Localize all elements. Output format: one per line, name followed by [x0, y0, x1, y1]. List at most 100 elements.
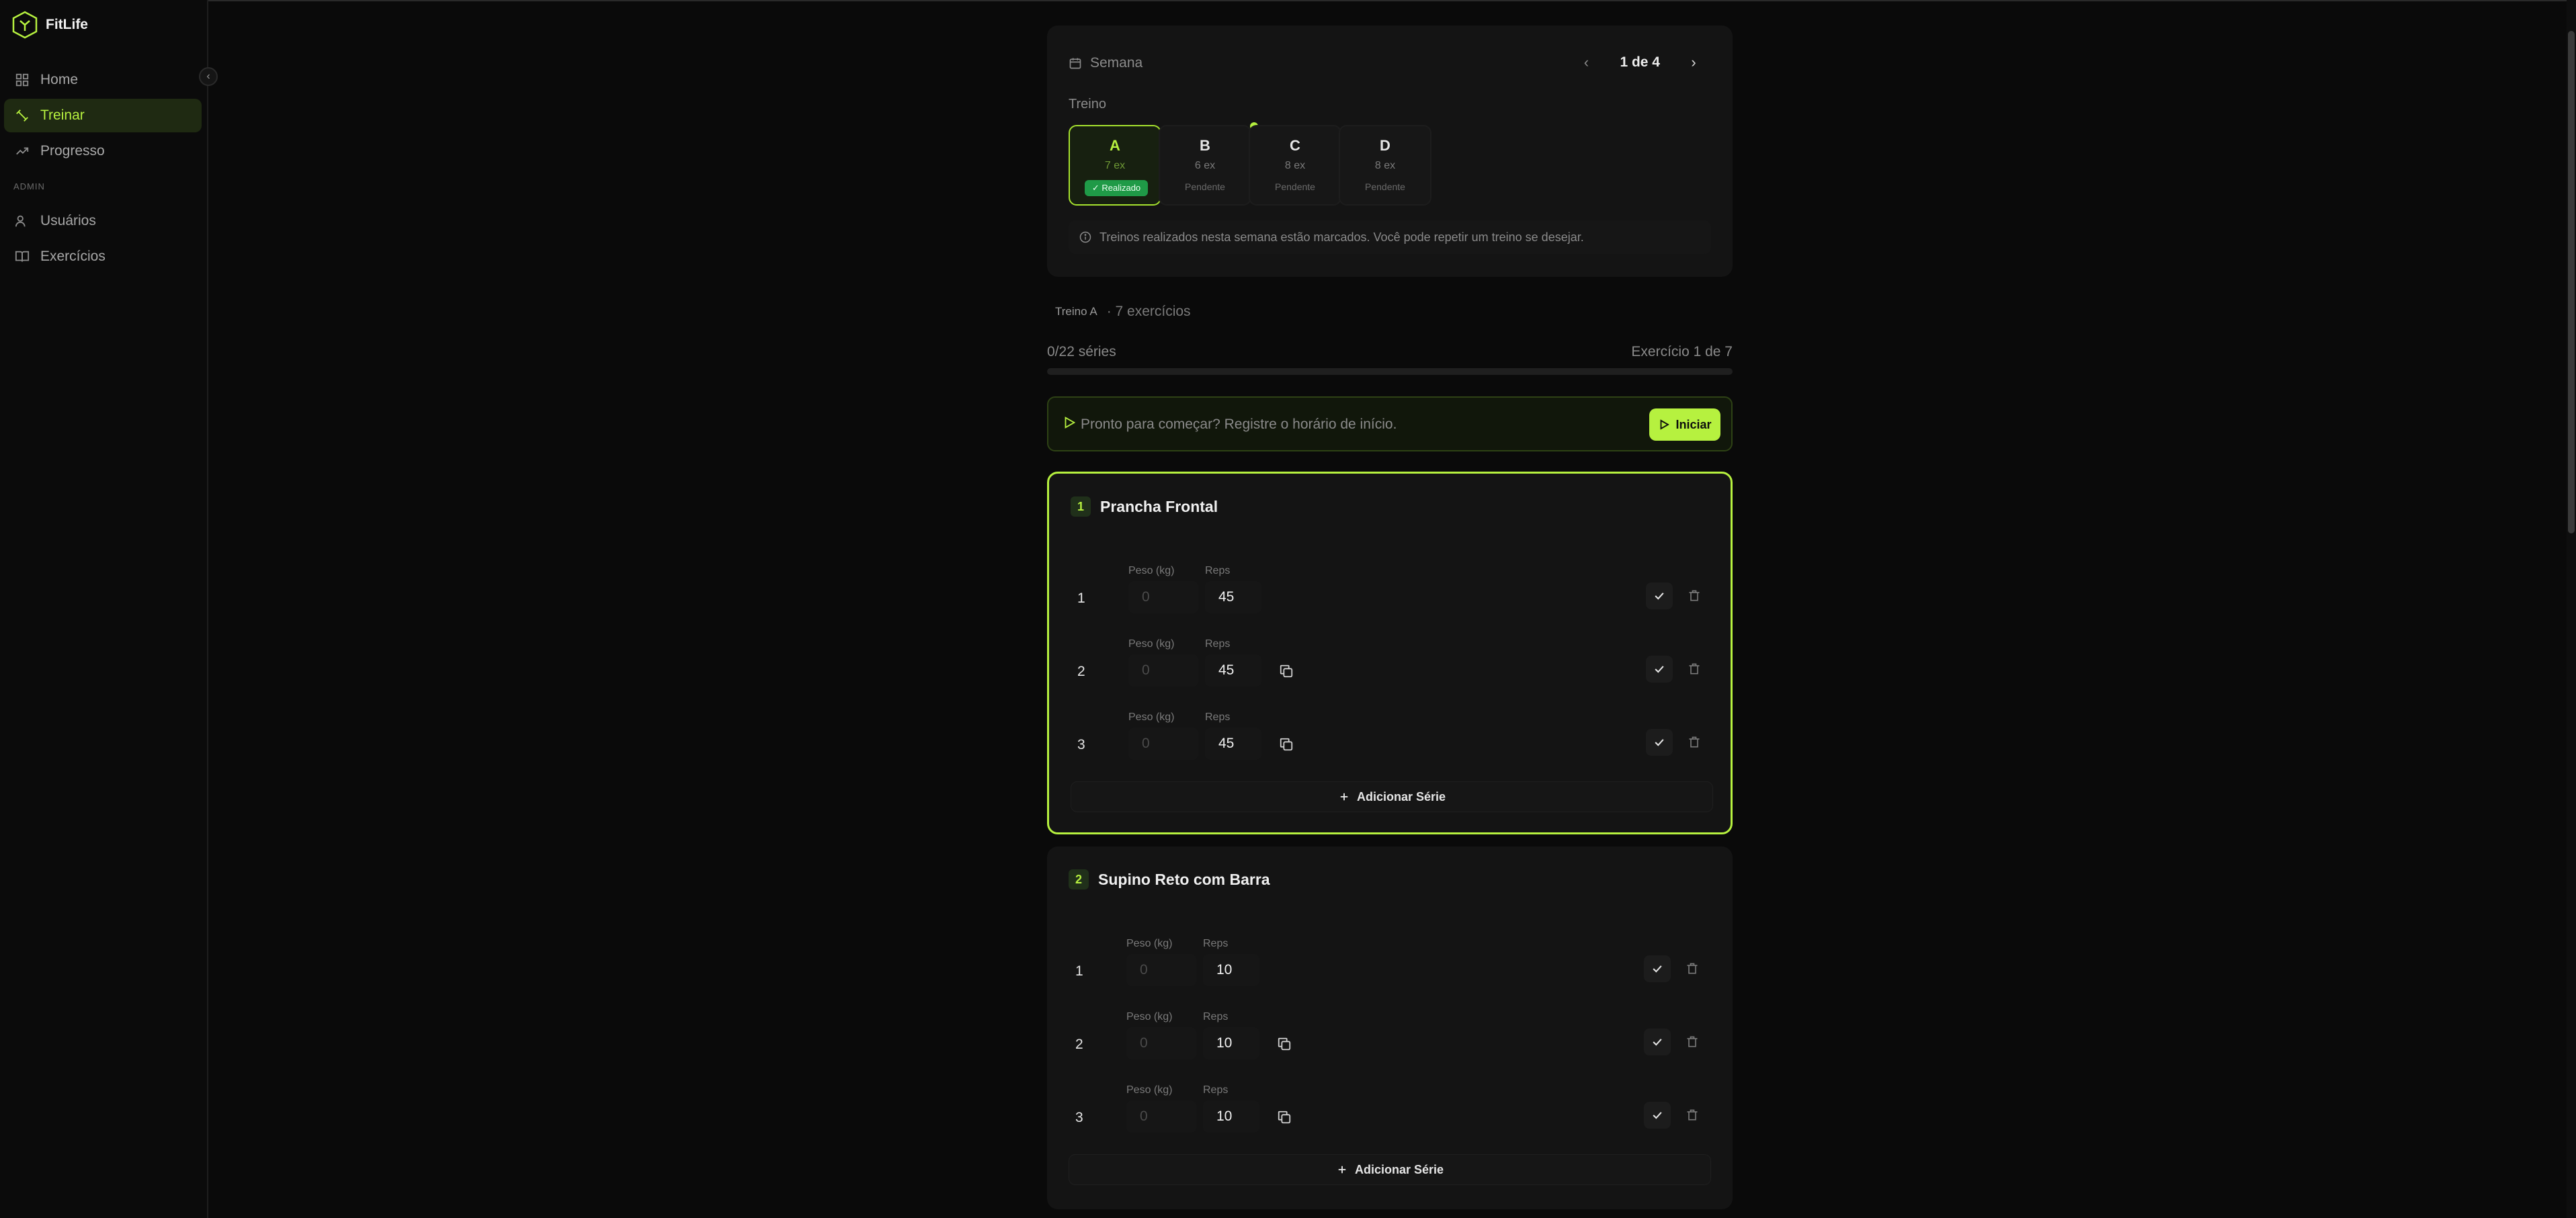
start-session-bar: Pronto para começar? Registre o horário …: [1047, 396, 1733, 451]
start-prompt: Pronto para começar? Registre o horário …: [1081, 417, 1397, 432]
complete-set-button[interactable]: [1644, 1102, 1671, 1129]
check-icon: [1655, 739, 1664, 746]
dumbbell-icon: [16, 110, 28, 122]
exercise-number: 2: [1069, 869, 1089, 889]
reps-input[interactable]: 45: [1205, 728, 1261, 760]
sidebar-item-label: Exercícios: [40, 249, 106, 264]
sidebar-item-usuarios[interactable]: Usuários: [4, 204, 202, 238]
workout-tile-b[interactable]: B 6 ex Pendente: [1159, 125, 1251, 206]
weight-input[interactable]: 0: [1126, 1027, 1196, 1059]
delete-set-button[interactable]: [1679, 1029, 1706, 1055]
reps-label: Reps: [1203, 1011, 1229, 1023]
complete-set-button[interactable]: [1646, 656, 1673, 683]
plus-icon: [1338, 1166, 1346, 1174]
set-number: 2: [1077, 664, 1085, 679]
sidebar-item-progresso[interactable]: Progresso: [4, 134, 202, 168]
reps-label: Reps: [1205, 638, 1231, 650]
trash-icon: [1687, 1036, 1698, 1047]
play-icon: [1065, 417, 1076, 429]
weight-input[interactable]: 0: [1126, 1100, 1196, 1133]
app-logo[interactable]: FitLife: [12, 11, 88, 39]
set-number: 1: [1075, 963, 1083, 979]
scrollbar-thumb[interactable]: [2568, 31, 2575, 533]
sidebar-item-label: Progresso: [40, 143, 105, 159]
chevron-left-icon: ‹: [206, 71, 210, 82]
check-icon: [1655, 666, 1664, 673]
workout-tile-a[interactable]: A 7 ex ✓ Realizado: [1069, 125, 1161, 206]
reps-input[interactable]: 45: [1205, 581, 1261, 613]
weight-input[interactable]: 0: [1128, 654, 1198, 687]
weight-label: Peso (kg): [1126, 1011, 1173, 1023]
weight-input[interactable]: 0: [1126, 954, 1196, 986]
workout-name: Treino A: [1055, 305, 1097, 318]
session-breadcrumb: Treino A · 7 exercícios: [1055, 304, 1191, 320]
grid-icon: [15, 73, 29, 87]
start-button[interactable]: Iniciar: [1649, 408, 1720, 441]
check-icon: [1653, 1039, 1662, 1046]
complete-set-button[interactable]: [1644, 1029, 1671, 1055]
reps-input[interactable]: 10: [1203, 1027, 1259, 1059]
reps-label: Reps: [1205, 711, 1231, 723]
set-row: 2 Peso (kg) Reps 0 45: [1071, 634, 1713, 696]
progress-bar: [1047, 368, 1733, 375]
delete-set-button[interactable]: [1681, 582, 1708, 609]
set-row: 2 Peso (kg) Reps 0 10: [1069, 1007, 1711, 1069]
set-row: 1 Peso (kg) Reps 0 10: [1069, 934, 1711, 996]
copy-icon[interactable]: [1277, 1037, 1292, 1051]
sidebar-item-home[interactable]: Home: [4, 63, 202, 97]
exercise-card: 2 Supino Reto com Barra 1 Peso (kg) Reps…: [1047, 846, 1733, 1209]
copy-icon[interactable]: [1279, 737, 1294, 752]
check-icon: [1655, 593, 1664, 600]
next-week-button[interactable]: ›: [1687, 54, 1700, 71]
delete-set-button[interactable]: [1681, 729, 1708, 756]
sidebar-item-treinar[interactable]: Treinar: [4, 99, 202, 132]
reps-label: Reps: [1203, 938, 1229, 949]
exercise-title: Supino Reto com Barra: [1098, 871, 1270, 888]
add-set-button[interactable]: Adicionar Série: [1069, 1154, 1711, 1185]
complete-set-button[interactable]: [1644, 955, 1671, 982]
trash-icon: [1689, 590, 1700, 601]
sidebar-item-exercicios[interactable]: Exercícios: [4, 240, 202, 273]
app-name: FitLife: [46, 17, 88, 32]
reps-input[interactable]: 10: [1203, 1100, 1259, 1133]
delete-set-button[interactable]: [1681, 656, 1708, 683]
trash-icon: [1687, 963, 1698, 974]
weight-input[interactable]: 0: [1128, 581, 1198, 613]
treino-label: Treino: [1069, 97, 1106, 112]
exercise-number: 1: [1071, 496, 1091, 517]
copy-icon[interactable]: [1279, 664, 1294, 679]
weight-label: Peso (kg): [1128, 638, 1175, 650]
sidebar: FitLife Home Treinar Progresso ADMIN Usu…: [0, 0, 208, 1218]
reps-label: Reps: [1205, 565, 1231, 576]
delete-set-button[interactable]: [1679, 955, 1706, 982]
weight-input[interactable]: 0: [1128, 728, 1198, 760]
copy-icon[interactable]: [1277, 1110, 1292, 1125]
calendar-icon: [1069, 58, 1081, 69]
workout-tile-c[interactable]: C 8 ex Pendente: [1249, 125, 1341, 206]
progress-text: 0/22 séries Exercício 1 de 7: [1047, 344, 1733, 360]
reps-input[interactable]: 10: [1203, 954, 1259, 986]
sidebar-section-admin: ADMIN: [13, 181, 45, 191]
week-pager: ‹ 1 de 4 ›: [1579, 54, 1700, 71]
complete-set-button[interactable]: [1646, 729, 1673, 756]
add-set-button[interactable]: Adicionar Série: [1071, 781, 1713, 812]
exercise-progress: Exercício 1 de 7: [1631, 344, 1733, 359]
previous-week-button[interactable]: ‹: [1579, 54, 1593, 71]
delete-set-button[interactable]: [1679, 1102, 1706, 1129]
collapse-sidebar-button[interactable]: ‹: [199, 67, 218, 86]
check-icon: [1653, 965, 1662, 973]
weight-label: Peso (kg): [1128, 711, 1175, 723]
weight-label: Peso (kg): [1126, 938, 1173, 949]
sidebar-item-label: Treinar: [40, 107, 85, 123]
workout-tile-d[interactable]: D 8 ex Pendente: [1339, 125, 1431, 206]
exercise-card: 1 Prancha Frontal 1 Peso (kg) Reps 0 45 …: [1047, 472, 1733, 834]
week-page-indicator: 1 de 4: [1620, 54, 1660, 70]
info-icon: [1079, 231, 1091, 243]
set-row: 3 Peso (kg) Reps 0 45: [1071, 707, 1713, 769]
reps-input[interactable]: 45: [1205, 654, 1261, 687]
book-icon: [15, 251, 30, 262]
exercise-count: · 7 exercícios: [1106, 304, 1191, 319]
complete-set-button[interactable]: [1646, 582, 1673, 609]
trending-up-icon: [16, 147, 29, 155]
trash-icon: [1689, 663, 1700, 675]
